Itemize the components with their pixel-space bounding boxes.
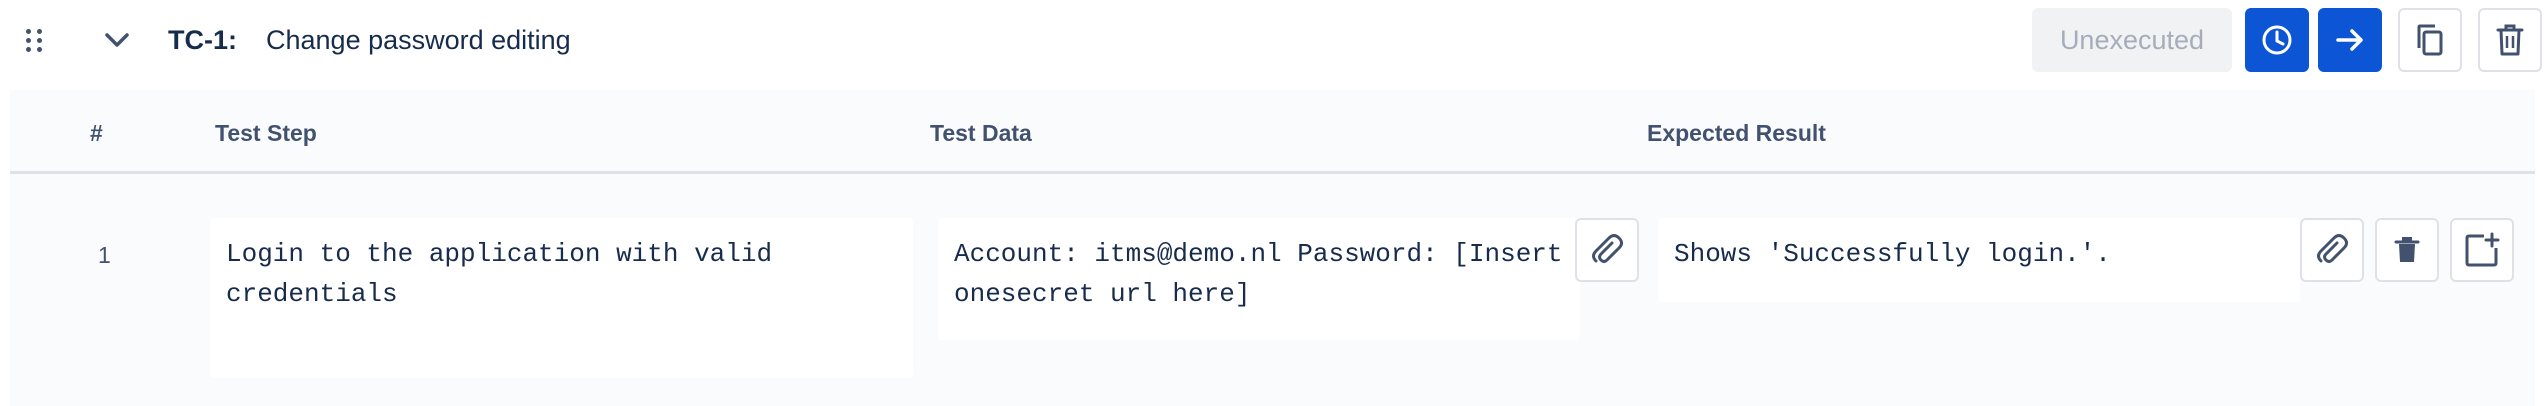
- test-case-key: TC-1:: [168, 25, 237, 55]
- next-button[interactable]: [2318, 8, 2382, 72]
- step-number: 1: [98, 242, 111, 268]
- trash-icon: [2496, 24, 2524, 56]
- history-button[interactable]: [2245, 8, 2309, 72]
- chevron-down-icon[interactable]: [100, 20, 134, 60]
- test-case-title[interactable]: Change password editing: [266, 22, 571, 58]
- test-data-field[interactable]: Account: itms@demo.nl Password: [Insert …: [938, 218, 1580, 340]
- column-header-number: #: [90, 120, 103, 146]
- test-case-panel: TC-1: Change password editing Unexecuted: [0, 0, 2545, 406]
- attach-test-data-button[interactable]: [1575, 218, 1639, 282]
- add-step-icon: [2465, 232, 2500, 267]
- copy-icon: [2417, 24, 2443, 56]
- test-case-header: TC-1: Change password editing Unexecuted: [0, 0, 2545, 80]
- expected-result-field[interactable]: Shows 'Successfully login.'.: [1658, 218, 2300, 302]
- column-header-test-step: Test Step: [215, 120, 317, 146]
- column-header-expected-result: Expected Result: [1647, 120, 1826, 146]
- delete-step-button[interactable]: [2375, 218, 2439, 282]
- paperclip-icon: [1592, 234, 1623, 263]
- table-header: # Test Step Test Data Expected Result: [10, 90, 2535, 174]
- drag-handle-icon[interactable]: [26, 27, 46, 53]
- copy-button[interactable]: [2398, 8, 2462, 72]
- arrow-right-icon: [2336, 29, 2363, 51]
- column-header-test-data: Test Data: [930, 120, 1032, 146]
- test-step-field[interactable]: Login to the application with valid cred…: [210, 218, 913, 378]
- attach-expected-result-button[interactable]: [2300, 218, 2364, 282]
- test-steps-table: # Test Step Test Data Expected Result 1 …: [10, 90, 2535, 406]
- add-step-button[interactable]: [2450, 218, 2514, 282]
- delete-testcase-button[interactable]: [2478, 8, 2542, 72]
- paperclip-icon: [2317, 234, 2348, 263]
- clock-icon: [2262, 25, 2292, 55]
- execution-status-button[interactable]: Unexecuted: [2032, 8, 2232, 72]
- trash-icon: [2394, 237, 2420, 262]
